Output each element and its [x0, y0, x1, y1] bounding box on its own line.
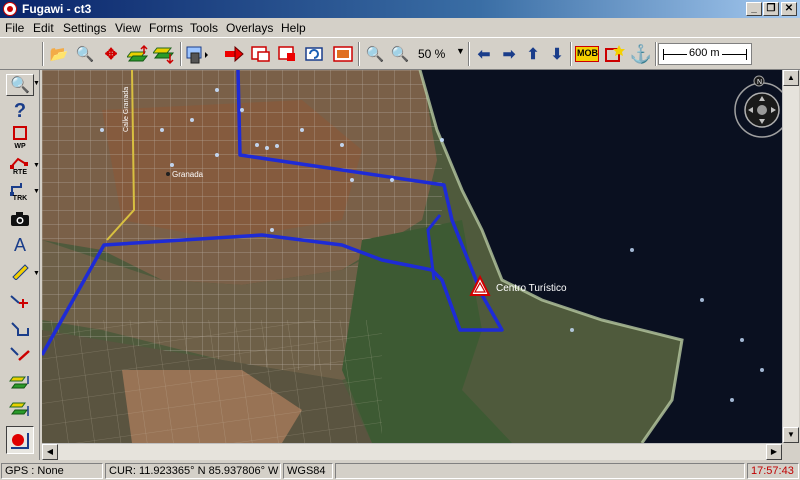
- zoom-out-icon[interactable]: 🔍: [363, 42, 387, 66]
- layer-up-icon[interactable]: [126, 42, 150, 66]
- zoom-in-icon[interactable]: 🔍: [388, 42, 412, 66]
- scroll-down-icon[interactable]: ▼: [783, 427, 799, 443]
- clock-time: 17:57:43: [747, 463, 799, 479]
- arrow-right-icon[interactable]: ➡: [497, 42, 521, 66]
- minimize-button[interactable]: _: [746, 2, 762, 16]
- app-icon[interactable]: [3, 2, 17, 16]
- scroll-left-icon[interactable]: ◀: [42, 444, 58, 460]
- layer-down-icon[interactable]: [152, 42, 176, 66]
- menu-tools[interactable]: Tools: [190, 21, 218, 35]
- arrow-up-icon[interactable]: ⬆: [521, 42, 545, 66]
- mob-label: MOB: [577, 48, 598, 58]
- anchor-icon[interactable]: ⚓: [629, 42, 653, 66]
- satellite-map[interactable]: Granada Calle Granada Centro Turístico N: [42, 70, 782, 443]
- toolbar-separator: [655, 42, 657, 66]
- pan-move-icon[interactable]: ✥: [99, 42, 123, 66]
- find-icon[interactable]: 🔍: [73, 42, 97, 66]
- toolbar: 📂 🔍 ✥ 🔍 🔍 50 % ▼ ⬅ ➡ ⬆ ⬇ MOB ⚓ 600 m: [0, 37, 800, 70]
- menu-edit[interactable]: Edit: [33, 21, 54, 35]
- status-bar: GPS : None CUR: 11.923365° N 85.937806° …: [0, 461, 800, 480]
- scroll-right-icon[interactable]: ▶: [766, 444, 782, 460]
- datum-label: WGS84: [283, 463, 333, 479]
- restore-button[interactable]: ❐: [763, 2, 779, 16]
- track-tool-icon[interactable]: TRK: [6, 178, 34, 202]
- menu-overlays[interactable]: Overlays: [226, 21, 273, 35]
- menu-forms[interactable]: Forms: [149, 21, 183, 35]
- vertical-scrollbar[interactable]: ▲ ▼: [782, 70, 799, 443]
- waypoint-tool-icon[interactable]: WP: [6, 126, 34, 150]
- toolbar-separator: [570, 42, 572, 66]
- zoom-level-value[interactable]: 50 %: [418, 47, 445, 61]
- street-label: Calle Granada: [123, 87, 130, 132]
- title-bar: Fugawi - ct3 _ ❐ ✕: [0, 0, 800, 18]
- window-title: Fugawi - ct3: [22, 2, 92, 16]
- center-window-icon[interactable]: [249, 42, 273, 66]
- menu-file[interactable]: File: [5, 21, 24, 35]
- menu-help[interactable]: Help: [281, 21, 306, 35]
- route-split-icon[interactable]: [6, 344, 34, 366]
- scroll-up-icon[interactable]: ▲: [783, 70, 799, 86]
- gps-device-icon[interactable]: [185, 42, 209, 66]
- query-tool-icon[interactable]: ?: [6, 100, 34, 122]
- route-insert-icon[interactable]: [6, 292, 34, 314]
- town-label: Granada: [172, 170, 204, 179]
- pen-tool-dropdown-icon[interactable]: ▼: [33, 270, 40, 277]
- toolbar-separator: [42, 42, 44, 66]
- scroll-corner: [782, 443, 799, 460]
- cursor-coordinates: CUR: 11.923365° N 85.937806° W: [105, 463, 281, 479]
- gps-record-button[interactable]: [6, 426, 34, 454]
- layer-order-up-icon[interactable]: [6, 372, 34, 394]
- waypoint-label: Centro Turístico: [496, 283, 567, 294]
- overlay-window-icon[interactable]: [276, 42, 300, 66]
- route-join-icon[interactable]: [6, 318, 34, 340]
- gps-status: GPS : None: [1, 463, 103, 479]
- map-view[interactable]: Granada Calle Granada Centro Turístico N: [42, 70, 782, 443]
- zoom-tool-icon[interactable]: 🔍: [6, 74, 34, 96]
- route-tool-icon[interactable]: RTE: [6, 152, 34, 176]
- menu-bar: File Edit Settings View Forms Tools Over…: [0, 18, 800, 37]
- compass-north-label: N: [757, 79, 762, 86]
- left-tool-palette: 🔍 ▼ ? WP RTE ▼ TRK ▼ A ▼: [0, 70, 40, 460]
- close-button[interactable]: ✕: [781, 2, 797, 16]
- rte-label: RTE: [13, 169, 27, 176]
- map-image-icon[interactable]: [331, 42, 355, 66]
- zoom-dropdown-icon[interactable]: ▼: [456, 46, 465, 56]
- mark-window-icon[interactable]: [602, 42, 626, 66]
- menu-settings[interactable]: Settings: [63, 21, 106, 35]
- pen-tool-icon[interactable]: [6, 260, 34, 282]
- arrow-left-icon[interactable]: ⬅: [472, 42, 496, 66]
- refresh-window-icon[interactable]: [303, 42, 327, 66]
- arrow-down-icon[interactable]: ⬇: [545, 42, 569, 66]
- man-overboard-button[interactable]: MOB: [574, 42, 600, 66]
- horizontal-scrollbar[interactable]: ◀ ▶: [42, 443, 782, 460]
- toolbar-separator: [468, 42, 470, 66]
- trk-label: TRK: [12, 195, 28, 202]
- open-folder-icon[interactable]: 📂: [47, 42, 71, 66]
- track-tool-dropdown-icon[interactable]: ▼: [33, 188, 40, 195]
- route-tool-dropdown-icon[interactable]: ▼: [33, 162, 40, 169]
- wp-label: WP: [14, 143, 26, 150]
- scale-bar: 600 m: [658, 43, 752, 65]
- goto-arrow-icon[interactable]: [222, 42, 246, 66]
- layer-order-down-icon[interactable]: [6, 398, 34, 420]
- toolbar-separator: [358, 42, 360, 66]
- text-tool-icon[interactable]: A: [6, 234, 34, 256]
- zoom-tool-dropdown-icon[interactable]: ▼: [33, 80, 40, 87]
- camera-tool-icon[interactable]: [6, 208, 34, 230]
- status-message: [335, 463, 745, 479]
- menu-view[interactable]: View: [115, 21, 141, 35]
- toolbar-separator: [180, 42, 182, 66]
- scale-label: 600 m: [687, 47, 722, 59]
